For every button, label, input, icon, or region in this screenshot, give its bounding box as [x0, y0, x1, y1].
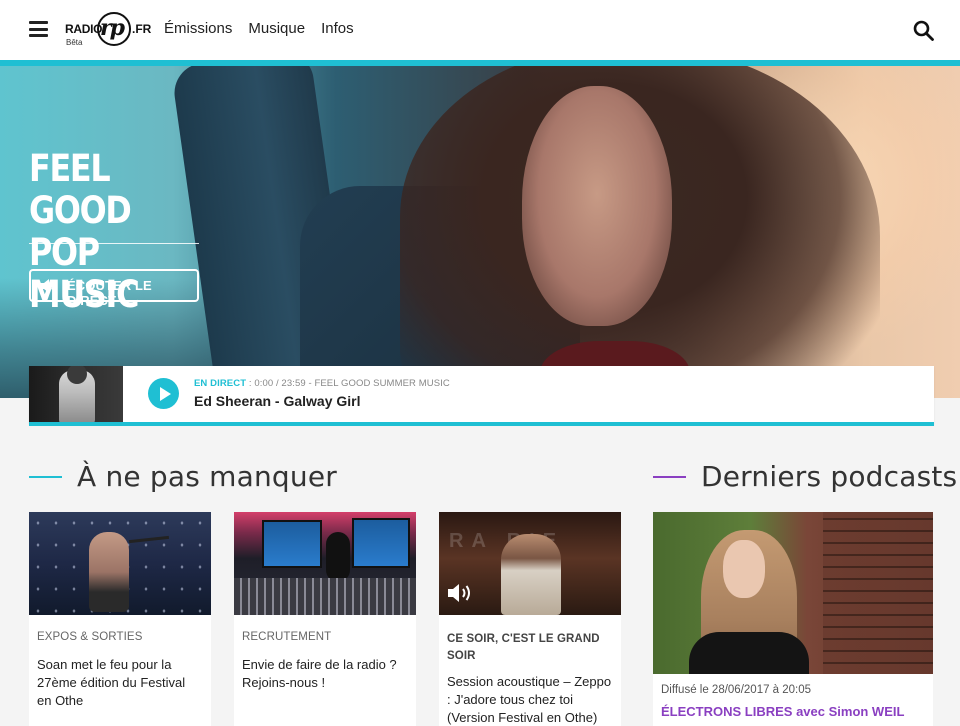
- featured-title: À ne pas manquer: [77, 460, 337, 493]
- card-category: CE SOIR, C'EST LE GRAND SOIR: [447, 633, 600, 662]
- now-playing-track: Ed Sheeran - Galway Girl: [194, 393, 361, 409]
- listen-live-button[interactable]: ÉCOUTER LE DIRECT: [29, 269, 199, 308]
- card-category: EXPOS & SORTIES: [37, 631, 143, 643]
- nav-infos[interactable]: Infos: [321, 20, 354, 37]
- podcast-card[interactable]: Diffusé le 28/06/2017 à 20:05 ÉLECTRONS …: [653, 512, 933, 726]
- logo-text-right: .FR: [132, 22, 152, 36]
- card-image-3: RA RIE: [439, 512, 621, 615]
- top-header: RADIO Bêta rp .FR Émissions Musique Info…: [0, 0, 960, 60]
- article-card-1[interactable]: EXPOS & SORTIES Soan met le feu pour la …: [29, 512, 211, 726]
- nav-emissions[interactable]: Émissions: [164, 20, 232, 37]
- beta-badge: Bêta: [66, 38, 83, 47]
- speaker-icon: [448, 584, 470, 602]
- player-thumbnail: [29, 366, 123, 424]
- card-text: Session acoustique – Zeppo : J'adore tou…: [447, 674, 612, 725]
- schedule-text: : 0:00 / 23:59 - FEEL GOOD SUMMER MUSIC: [246, 378, 450, 389]
- player-meta: EN DIRECT : 0:00 / 23:59 - FEEL GOOD SUM…: [194, 378, 450, 389]
- podcast-date: Diffusé le 28/06/2017 à 20:05: [661, 684, 812, 696]
- main-nav: Émissions Musique Infos: [164, 20, 354, 37]
- card-image-2: [234, 512, 416, 615]
- article-card-2[interactable]: RECRUTEMENT Envie de faire de la radio ?…: [234, 512, 416, 726]
- card-category: RECRUTEMENT: [242, 631, 332, 643]
- logo-mark: rp: [100, 15, 125, 41]
- hero-divider: [29, 243, 199, 244]
- hero-photo-face: [522, 86, 672, 326]
- card-text: Soan met le feu pour la 27ème édition du…: [37, 657, 186, 708]
- listen-live-label: ÉCOUTER LE DIRECT: [67, 278, 152, 308]
- hero-banner: FEEL GOOD POP MUSIC ÉCOUTER LE DIRECT: [0, 66, 960, 398]
- podcast-title: ÉLECTRONS LIBRES avec Simon WEIL: [661, 704, 905, 719]
- live-player: EN DIRECT : 0:00 / 23:59 - FEEL GOOD SUM…: [29, 366, 934, 424]
- live-label: EN DIRECT: [194, 378, 247, 389]
- speaker-icon: [40, 279, 58, 293]
- play-button[interactable]: [148, 378, 179, 409]
- article-card-3[interactable]: RA RIE CE SOIR, C'EST LE GRAND SOIR Sess…: [439, 512, 621, 726]
- radio-rp-logo[interactable]: RADIO Bêta rp .FR: [65, 12, 151, 48]
- featured-heading: À ne pas manquer: [29, 460, 337, 493]
- player-progress-line: [29, 422, 934, 426]
- nav-musique[interactable]: Musique: [248, 20, 305, 37]
- search-icon[interactable]: [913, 20, 934, 41]
- card-text: Envie de faire de la radio ? Rejoins-nou…: [242, 657, 397, 690]
- menu-icon[interactable]: [29, 21, 48, 37]
- podcasts-heading: Derniers podcasts: [653, 460, 957, 493]
- podcast-image: [653, 512, 933, 674]
- podcasts-title: Derniers podcasts: [701, 460, 958, 493]
- card-image-1: [29, 512, 211, 615]
